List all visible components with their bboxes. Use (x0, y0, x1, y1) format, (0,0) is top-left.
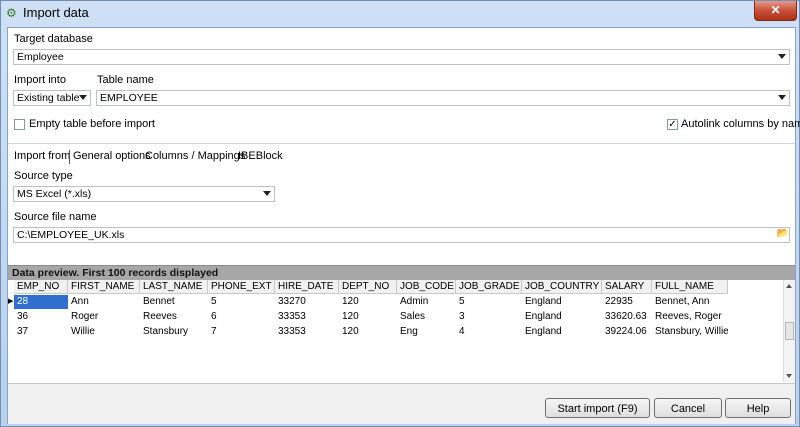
column-header[interactable]: PHONE_EXT (208, 280, 275, 294)
table-cell[interactable]: 120 (339, 310, 397, 324)
data-preview-header: Data preview. First 100 records displaye… (8, 265, 795, 280)
source-file-value: C:\EMPLOYEE_UK.xls (17, 229, 125, 241)
title-bar: ⚙ Import data ✕ (1, 1, 799, 25)
table-cell[interactable]: Roger (68, 310, 140, 324)
column-header[interactable]: DEPT_NO (339, 280, 397, 294)
source-file-input[interactable]: C:\EMPLOYEE_UK.xls (13, 227, 790, 243)
table-cell[interactable]: 33353 (275, 325, 339, 339)
table-cell[interactable]: Bennet, Ann (652, 295, 728, 309)
table-cell[interactable]: 33353 (275, 310, 339, 324)
scroll-down-icon[interactable] (786, 374, 792, 378)
column-header[interactable]: FIRST_NAME (68, 280, 140, 294)
table-cell[interactable]: 6 (208, 310, 275, 324)
close-button[interactable]: ✕ (754, 1, 797, 21)
table-cell[interactable]: 5 (208, 295, 275, 309)
button-bar: Start import (F9) Cancel Help (8, 383, 795, 424)
column-header[interactable]: EMP_NO (14, 280, 68, 294)
import-data-window: ⚙ Import data ✕ Target database Employee… (0, 0, 800, 427)
table-name-combo[interactable]: EMPLOYEE (96, 90, 790, 106)
source-type-value: MS Excel (*.xls) (17, 188, 92, 200)
table-cell[interactable]: 4 (456, 325, 522, 339)
chevron-down-icon (778, 54, 786, 59)
autolink-checkbox[interactable]: ✓ (667, 119, 678, 130)
cancel-button[interactable]: Cancel (654, 398, 722, 418)
table-cell[interactable]: England (522, 325, 602, 339)
data-preview-title: Data preview. First 100 records displaye… (12, 267, 219, 279)
table-cell[interactable]: 36 (14, 310, 68, 324)
tab-columns-mappings[interactable]: Columns / Mappings (145, 150, 245, 162)
table-cell[interactable]: Eng (397, 325, 456, 339)
folder-open-icon[interactable]: 📂 (775, 227, 791, 241)
chevron-down-icon (263, 191, 271, 196)
table-cell[interactable]: 3 (456, 310, 522, 324)
vertical-scrollbar[interactable] (783, 280, 795, 382)
table-cell[interactable]: Reeves, Roger (652, 310, 728, 324)
import-into-combo[interactable]: Existing table (13, 90, 91, 106)
scroll-thumb[interactable] (785, 322, 794, 340)
tab-divider (69, 150, 70, 164)
table-cell[interactable]: Willie (68, 325, 140, 339)
empty-table-label: Empty table before import (29, 118, 155, 130)
start-import-button[interactable]: Start import (F9) (545, 398, 650, 418)
chevron-down-icon (778, 95, 786, 100)
table-cell[interactable]: England (522, 310, 602, 324)
source-type-combo[interactable]: MS Excel (*.xls) (13, 186, 275, 202)
source-type-label: Source type (14, 170, 73, 182)
target-database-label: Target database (14, 33, 93, 45)
table-cell[interactable]: 22935 (602, 295, 652, 309)
column-header[interactable]: SALARY (602, 280, 652, 294)
empty-table-checkbox[interactable] (14, 119, 25, 130)
table-cell[interactable]: 28 (14, 295, 68, 309)
table-cell[interactable]: Reeves (140, 310, 208, 324)
column-header[interactable]: JOB_CODE (397, 280, 456, 294)
tab-general-options[interactable]: General options (73, 150, 151, 162)
dialog-client: Target database Employee Import into Tab… (7, 27, 800, 424)
column-header[interactable]: JOB_GRADE (456, 280, 522, 294)
table-name-value: EMPLOYEE (100, 92, 158, 104)
table-cell[interactable]: 5 (456, 295, 522, 309)
table-cell[interactable]: 7 (208, 325, 275, 339)
table-cell[interactable]: 37 (14, 325, 68, 339)
table-cell[interactable]: 33270 (275, 295, 339, 309)
table-cell[interactable]: England (522, 295, 602, 309)
column-header[interactable]: JOB_COUNTRY (522, 280, 602, 294)
table-cell[interactable]: Sales (397, 310, 456, 324)
chevron-down-icon (79, 95, 87, 100)
table-cell[interactable]: 120 (339, 295, 397, 309)
column-header[interactable]: HIRE_DATE (275, 280, 339, 294)
table-cell[interactable]: Stansbury (140, 325, 208, 339)
autolink-label: Autolink columns by name (681, 118, 800, 130)
column-header[interactable]: LAST_NAME (140, 280, 208, 294)
table-name-label: Table name (97, 74, 154, 86)
help-button[interactable]: Help (725, 398, 791, 418)
table-cell[interactable]: 33620.63 (602, 310, 652, 324)
table-cell[interactable]: Bennet (140, 295, 208, 309)
table-cell[interactable]: Ann (68, 295, 140, 309)
tab-ibeblock[interactable]: IBEBlock (238, 150, 283, 162)
table-cell[interactable]: Admin (397, 295, 456, 309)
divider (8, 143, 795, 144)
table-cell[interactable]: 39224.06 (602, 325, 652, 339)
window-title: Import data (23, 5, 89, 20)
data-preview-grid[interactable]: EMP_NO FIRST_NAME LAST_NAME PHONE_EXT HIRE_D… (8, 280, 783, 382)
target-database-combo[interactable]: Employee (13, 49, 790, 65)
import-into-value: Existing table (17, 92, 80, 104)
scroll-up-icon[interactable] (786, 284, 792, 288)
source-file-label: Source file name (14, 211, 97, 223)
import-into-label: Import into (14, 74, 66, 86)
table-cell[interactable]: Stansbury, Willie (652, 325, 728, 339)
target-database-value: Employee (17, 51, 64, 63)
tab-import-from[interactable]: Import from (14, 150, 70, 162)
gears-icon: ⚙ (6, 6, 17, 20)
column-header[interactable]: FULL_NAME (652, 280, 728, 294)
table-cell[interactable]: 120 (339, 325, 397, 339)
